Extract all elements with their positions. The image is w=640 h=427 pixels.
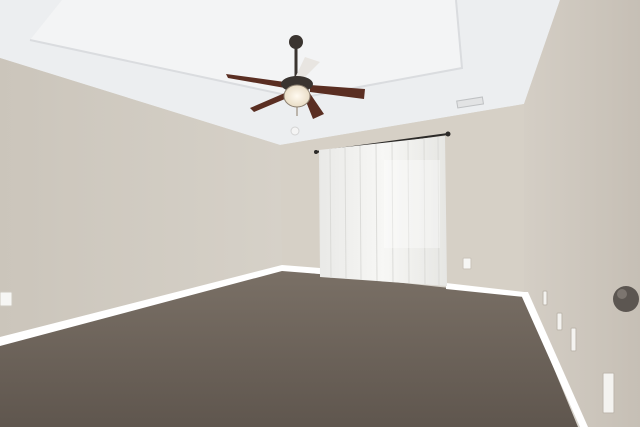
outlet-right-wall-1 (542, 290, 548, 306)
window-behind-curtain (384, 160, 440, 248)
empty-bedroom-photo (0, 0, 640, 427)
outlet-back-wall (462, 257, 472, 270)
fan-light-fixture (283, 84, 311, 108)
fan-canopy (289, 35, 303, 49)
curtain-rod-finial-right (445, 131, 451, 137)
door-knob (613, 286, 639, 312)
room-illustration (0, 0, 640, 427)
outlet-left-wall (0, 291, 13, 307)
outlet-right-wall-3 (570, 327, 577, 352)
outlet-right-wall-2 (556, 312, 563, 331)
curtain-rod-finial-left (314, 150, 318, 154)
outlet-right-wall-4 (602, 372, 615, 414)
smoke-detector (290, 126, 300, 136)
door-knob-highlight (617, 289, 627, 299)
